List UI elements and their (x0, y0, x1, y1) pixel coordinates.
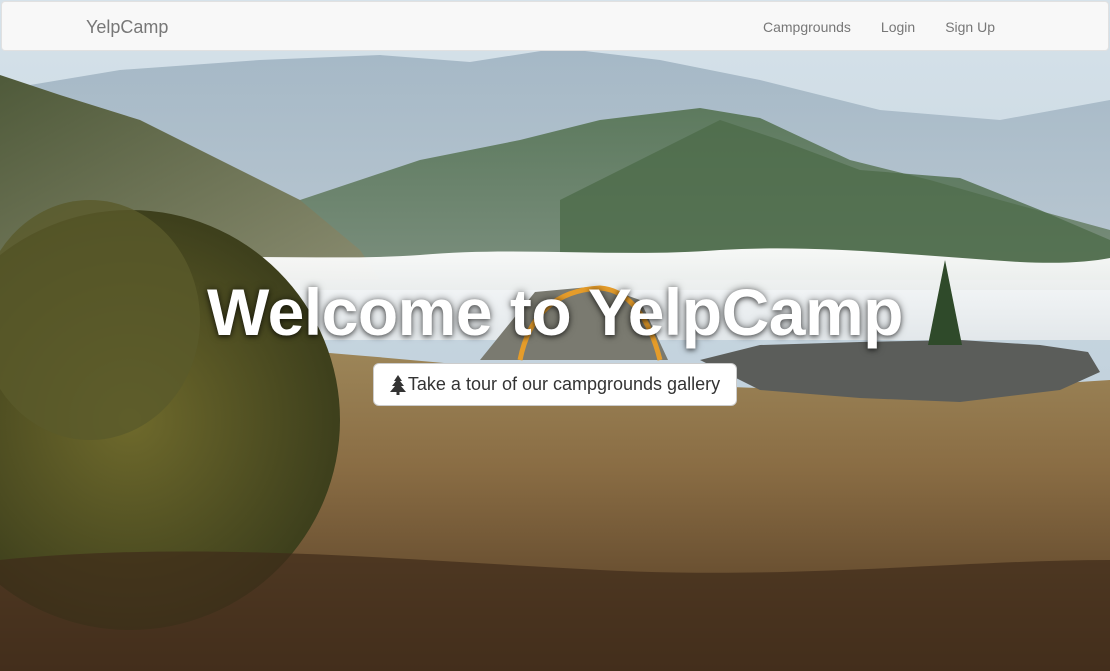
nav-link-signup[interactable]: Sign Up (930, 2, 1010, 52)
tour-button-label: Take a tour of our campgrounds gallery (407, 374, 721, 395)
tour-gallery-button[interactable]: Take a tour of our campgrounds gallery (372, 363, 738, 407)
nav-links: Campgrounds Login Sign Up (748, 2, 1010, 52)
top-navbar: YelpCamp Campgrounds Login Sign Up (1, 1, 1109, 51)
nav-link-campgrounds[interactable]: Campgrounds (748, 2, 866, 52)
landing-title: Welcome to YelpCamp (207, 275, 903, 349)
nav-link-login[interactable]: Login (866, 2, 930, 52)
tree-icon (389, 374, 406, 395)
landing-header: Welcome to YelpCamp Take a tour of our c… (0, 275, 1110, 407)
brand-link[interactable]: YelpCamp (86, 17, 168, 38)
